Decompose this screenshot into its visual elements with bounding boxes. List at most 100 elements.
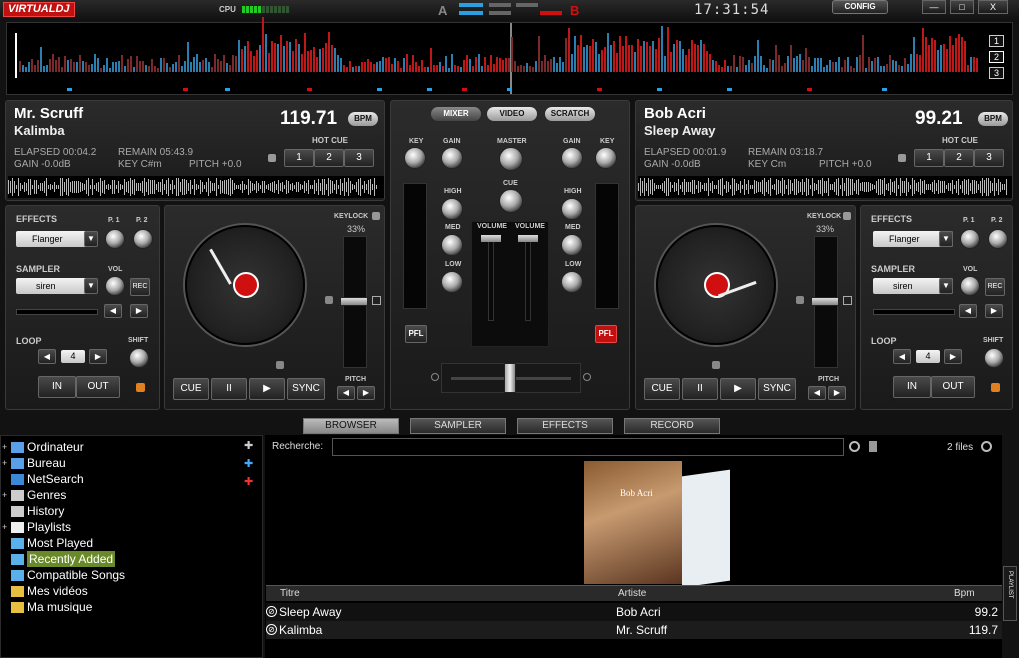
right-p1-knob[interactable]	[960, 229, 980, 249]
column-title[interactable]: Titre	[280, 588, 300, 599]
left-loop-lock-icon[interactable]	[136, 383, 145, 392]
left-pitch-up[interactable]: ▶	[357, 386, 375, 400]
tree-item-history[interactable]: History	[11, 503, 64, 519]
right-hotcue-1[interactable]: 1	[914, 149, 944, 167]
tree-item-compatible-songs[interactable]: Compatible Songs	[11, 567, 125, 583]
expand-icon[interactable]: +	[2, 519, 11, 535]
right-pitch-down[interactable]: ◀	[808, 386, 826, 400]
left-jog-lock-icon[interactable]	[276, 361, 284, 369]
right-p2-knob[interactable]	[988, 229, 1008, 249]
right-sampler-vol-knob[interactable]	[960, 276, 980, 296]
left-volume-track[interactable]	[488, 239, 494, 321]
minimize-button[interactable]: —	[922, 0, 946, 14]
right-volume-fader[interactable]	[518, 235, 538, 242]
left-waveform[interactable]	[8, 176, 384, 198]
left-hotcue-1[interactable]: 1	[284, 149, 314, 167]
table-row[interactable]: ⊘ Sleep Away Bob Acri 99.2	[266, 603, 1002, 621]
right-cue-button[interactable]: CUE	[644, 378, 680, 400]
left-bpm-button[interactable]: BPM	[348, 112, 378, 126]
playlist-side-tab[interactable]: PLAYLIST	[1003, 566, 1017, 621]
tree-item-ma-musique[interactable]: Ma musique	[11, 599, 92, 615]
tree-item-genres[interactable]: + Genres	[2, 487, 66, 503]
tree-item-mes-vid-os[interactable]: Mes vidéos	[11, 583, 88, 599]
left-high-knob[interactable]	[441, 198, 463, 220]
right-loop-out-button[interactable]: OUT	[931, 376, 975, 398]
tree-item-netsearch[interactable]: NetSearch	[11, 471, 84, 487]
left-p2-knob[interactable]	[133, 229, 153, 249]
add-folder-icon[interactable]: ✚	[244, 440, 256, 452]
tree-item-playlists[interactable]: + Playlists	[2, 519, 71, 535]
config-button[interactable]: CONFIG	[832, 0, 888, 14]
right-loop-prev[interactable]: ◀	[893, 349, 911, 364]
right-play-button[interactable]: ▶	[720, 378, 756, 400]
cover-art-mr-scruff[interactable]	[682, 469, 730, 588]
right-shift-knob[interactable]	[984, 348, 1004, 368]
right-high-knob[interactable]	[561, 198, 583, 220]
tree-item-ordinateur[interactable]: + Ordinateur	[2, 439, 84, 455]
cue-mix-knob[interactable]	[499, 189, 523, 213]
right-low-knob[interactable]	[561, 271, 583, 293]
tree-item-most-played[interactable]: Most Played	[11, 535, 93, 551]
tab-effects[interactable]: EFFECTS	[517, 418, 613, 434]
right-loop-lock-icon[interactable]	[991, 383, 1000, 392]
right-pitch-reset[interactable]	[843, 296, 852, 305]
right-loop-in-button[interactable]: IN	[893, 376, 931, 398]
add-playlist-icon[interactable]: ✚	[244, 476, 256, 488]
left-pfl-button[interactable]: PFL	[405, 325, 427, 343]
left-cue-button[interactable]: CUE	[173, 378, 209, 400]
tree-item-bureau[interactable]: + Bureau	[2, 455, 66, 471]
expand-icon[interactable]: +	[2, 439, 11, 455]
crossfader-knob[interactable]	[504, 363, 516, 393]
tree-item-recently-added[interactable]: Recently Added	[11, 551, 116, 567]
tab-sampler[interactable]: SAMPLER	[410, 418, 506, 434]
file-count-options-icon[interactable]	[981, 441, 992, 452]
left-pitch-reset[interactable]	[372, 296, 381, 305]
tab-mixer[interactable]: MIXER	[431, 107, 481, 121]
right-pitch-up[interactable]: ▶	[828, 386, 846, 400]
search-input[interactable]	[332, 438, 844, 456]
left-hotcue-3[interactable]: 3	[344, 149, 374, 167]
overview-zoom-1[interactable]: 1	[989, 35, 1004, 47]
left-loop-next[interactable]: ▶	[89, 349, 107, 364]
left-keylock-icon[interactable]	[372, 212, 380, 220]
right-loop-next[interactable]: ▶	[944, 349, 962, 364]
left-loop-value[interactable]: 4	[61, 350, 85, 363]
left-hotcue-2[interactable]: 2	[314, 149, 344, 167]
mixer-right-key-knob[interactable]	[595, 147, 617, 169]
right-waveform[interactable]	[638, 176, 1012, 198]
left-lock-icon[interactable]	[268, 154, 276, 162]
expand-icon[interactable]: +	[2, 487, 11, 503]
tab-browser[interactable]: BROWSER	[303, 418, 399, 434]
right-hotcue-2[interactable]: 2	[944, 149, 974, 167]
table-row[interactable]: ⊘ Kalimba Mr. Scruff 119.7	[266, 621, 1002, 639]
right-keylock-icon[interactable]	[843, 212, 851, 220]
master-knob[interactable]	[499, 147, 523, 171]
left-play-button[interactable]: ▶	[249, 378, 285, 400]
left-sampler-prev[interactable]: ◀	[104, 304, 122, 318]
cover-art-bob-acri[interactable]: Bob Acri	[584, 461, 682, 584]
right-loop-value[interactable]: 4	[916, 350, 940, 363]
left-sampler-next[interactable]: ▶	[130, 304, 148, 318]
tab-record[interactable]: RECORD	[624, 418, 720, 434]
search-db-icon[interactable]	[869, 441, 877, 452]
mixer-left-gain-knob[interactable]	[441, 147, 463, 169]
left-rec-button[interactable]: REC	[130, 278, 150, 296]
column-bpm[interactable]: Bpm	[954, 588, 975, 599]
right-sync-button[interactable]: SYNC	[758, 378, 796, 400]
right-pitch-fader[interactable]	[811, 297, 839, 306]
left-loop-prev[interactable]: ◀	[38, 349, 56, 364]
overview-zoom-3[interactable]: 3	[989, 67, 1004, 79]
right-effect-dropdown-icon[interactable]: ▼	[939, 231, 953, 247]
left-low-knob[interactable]	[441, 271, 463, 293]
tab-scratch[interactable]: SCRATCH	[545, 107, 595, 121]
right-pitch-lock-icon[interactable]	[796, 296, 804, 304]
waveform-overview[interactable]: 1 2 3	[6, 16, 1013, 95]
left-pause-button[interactable]: II	[211, 378, 247, 400]
left-effect-dropdown-icon[interactable]: ▼	[84, 231, 98, 247]
right-med-knob[interactable]	[561, 234, 583, 256]
left-med-knob[interactable]	[441, 234, 463, 256]
left-loop-out-button[interactable]: OUT	[76, 376, 120, 398]
right-bpm-button[interactable]: BPM	[978, 112, 1008, 126]
expand-icon[interactable]: +	[2, 455, 11, 471]
left-volume-fader[interactable]	[481, 235, 501, 242]
